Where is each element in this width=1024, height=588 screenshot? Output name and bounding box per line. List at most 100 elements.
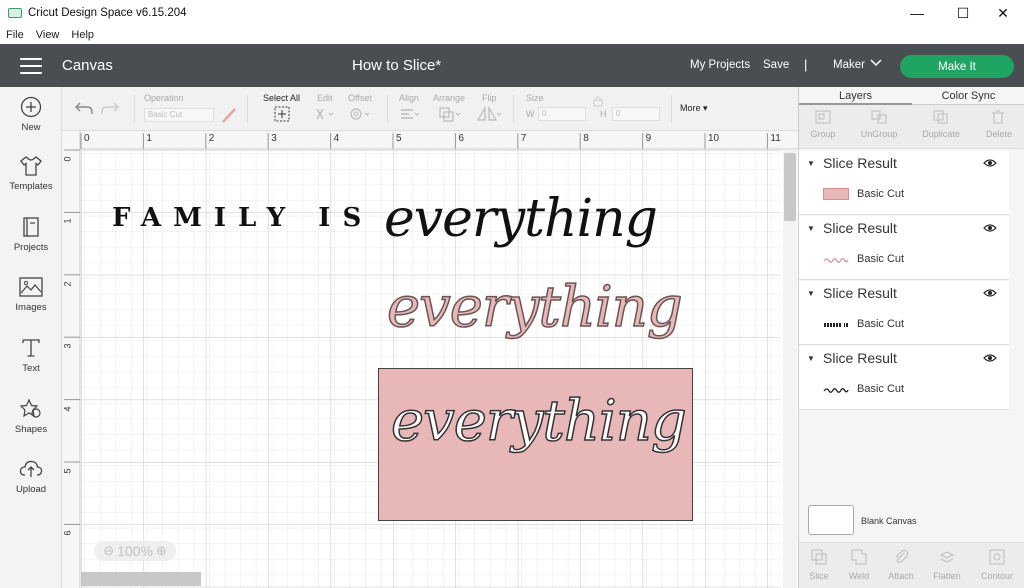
group-button[interactable]: Group (795, 129, 851, 139)
save-link[interactable]: Save (763, 59, 789, 71)
paperclip-icon[interactable] (893, 549, 909, 565)
my-projects-link[interactable]: My Projects (690, 59, 750, 71)
align-icon[interactable] (399, 106, 423, 122)
ruler-left-label: 0 (62, 156, 73, 162)
select-all-label[interactable]: Select All (263, 93, 300, 103)
size-label: Size (526, 93, 544, 103)
height-label: H (600, 109, 607, 119)
layer-thumbnail (823, 258, 849, 263)
contour-button[interactable]: Contour (975, 571, 1019, 581)
zoom-control[interactable]: ⊖ 100% ⊕ (94, 541, 176, 561)
design-canvas[interactable]: 0 1 2 3 4 5 6 7 8 9 10 11 0 1 2 3 4 5 6 FAMILY IS everyth… (62, 131, 798, 588)
slice-button[interactable]: Slice (797, 571, 841, 581)
menu-view[interactable]: View (36, 29, 60, 41)
panel-tabs: Layers Color Sync (799, 87, 1024, 105)
operation-label: Operation (144, 93, 184, 103)
eye-icon[interactable] (983, 158, 997, 168)
text-icon (22, 339, 40, 357)
zoom-out-icon[interactable]: ⊖ (103, 543, 114, 559)
edit-toolbar: Operation Basic Cut Select All Edit Offs… (62, 87, 798, 131)
arrange-icon[interactable] (438, 106, 464, 122)
machine-selector[interactable]: Maker (833, 59, 865, 71)
layer-item[interactable]: ▼ Slice Result Basic Cut (799, 281, 1009, 345)
flip-icon[interactable] (476, 106, 502, 122)
minimize-button[interactable]: — (894, 0, 940, 26)
tab-layers[interactable]: Layers (799, 87, 912, 105)
family-is-text[interactable]: FAMILY IS (112, 203, 373, 233)
ungroup-button[interactable]: UnGroup (851, 129, 907, 139)
projects-button[interactable]: Projects (0, 216, 62, 253)
layer-operation-label: Basic Cut (857, 253, 905, 265)
ruler-left-label: 2 (62, 281, 73, 287)
layers-scrollbar[interactable] (1009, 149, 1023, 529)
ruler-left-label: 4 (62, 406, 73, 412)
zoom-in-icon[interactable]: ⊕ (156, 543, 167, 559)
templates-button[interactable]: Templates (0, 155, 62, 192)
weld-button[interactable]: Weld (837, 571, 881, 581)
ruler-top-label: 10 (708, 133, 720, 144)
images-button[interactable]: Images (0, 276, 62, 313)
tab-color-sync[interactable]: Color Sync (912, 87, 1024, 105)
edit-label: Edit (317, 93, 333, 103)
chevron-down-icon[interactable] (870, 58, 882, 70)
text-button[interactable]: Text (0, 337, 62, 374)
ruler-top-label: 8 (583, 133, 589, 144)
undo-icon[interactable] (74, 100, 94, 116)
menu-help[interactable]: Help (71, 29, 94, 41)
images-label: Images (15, 302, 47, 313)
delete-button[interactable]: Delete (971, 129, 1024, 139)
menu-file[interactable]: File (6, 29, 24, 41)
trash-icon[interactable] (991, 110, 1005, 124)
group-icon[interactable] (815, 110, 831, 124)
menu-bar: File View Help (0, 26, 1024, 44)
layer-item[interactable]: ▼ Slice Result Basic Cut (799, 216, 1009, 280)
caret-down-icon[interactable]: ▼ (807, 289, 815, 298)
caret-down-icon[interactable]: ▼ (807, 159, 815, 168)
slice-icon[interactable] (811, 549, 827, 565)
flatten-button[interactable]: Flatten (925, 571, 969, 581)
width-input[interactable]: 0 (538, 107, 586, 121)
offset-icon[interactable] (349, 106, 373, 122)
flatten-icon[interactable] (939, 549, 955, 565)
layer-item[interactable]: ▼ Slice Result Basic Cut (799, 346, 1009, 410)
upload-button[interactable]: Upload (0, 458, 62, 495)
layer-operation-label: Basic Cut (857, 383, 905, 395)
everything-script-pink[interactable]: everything (386, 274, 683, 341)
caret-down-icon[interactable]: ▼ (807, 224, 815, 233)
edit-icon[interactable] (314, 106, 336, 122)
attach-button[interactable]: Attach (879, 571, 923, 581)
ruler-top-label: 1 (146, 133, 152, 144)
blank-canvas-row[interactable]: Blank Canvas (799, 498, 1024, 542)
redo-icon[interactable] (100, 100, 120, 116)
layer-item[interactable]: ▼ Slice Result Basic Cut (799, 151, 1009, 215)
toolbar-divider (247, 95, 248, 123)
lock-icon[interactable] (593, 95, 603, 107)
duplicate-button[interactable]: Duplicate (913, 129, 969, 139)
plus-circle-icon (20, 96, 42, 118)
height-input[interactable]: 0 (612, 107, 660, 121)
hamburger-menu-icon[interactable] (20, 58, 42, 74)
everything-script-black[interactable]: everything (384, 189, 658, 249)
pink-rectangle[interactable]: everything (378, 368, 693, 521)
contour-icon[interactable] (989, 549, 1005, 565)
ruler-left-label: 1 (62, 218, 73, 224)
shapes-icon (19, 398, 41, 418)
duplicate-icon[interactable] (933, 110, 949, 124)
select-all-icon[interactable] (274, 106, 290, 122)
blank-canvas-swatch[interactable] (808, 505, 854, 535)
operation-select[interactable]: Basic Cut (144, 108, 214, 122)
eye-icon[interactable] (983, 223, 997, 233)
eye-icon[interactable] (983, 353, 997, 363)
new-button[interactable]: New (0, 96, 62, 133)
project-title: How to Slice* (352, 57, 442, 74)
pen-color-icon[interactable] (221, 106, 237, 124)
more-button[interactable]: More ▾ (680, 103, 708, 114)
close-window-button[interactable]: ✕ (980, 0, 1024, 26)
eye-icon[interactable] (983, 288, 997, 298)
everything-script-white[interactable]: everything (390, 388, 687, 455)
shapes-button[interactable]: Shapes (0, 398, 62, 435)
ungroup-icon[interactable] (871, 110, 887, 124)
caret-down-icon[interactable]: ▼ (807, 354, 815, 363)
make-it-button[interactable]: Make It (900, 55, 1014, 78)
weld-icon[interactable] (851, 549, 867, 565)
